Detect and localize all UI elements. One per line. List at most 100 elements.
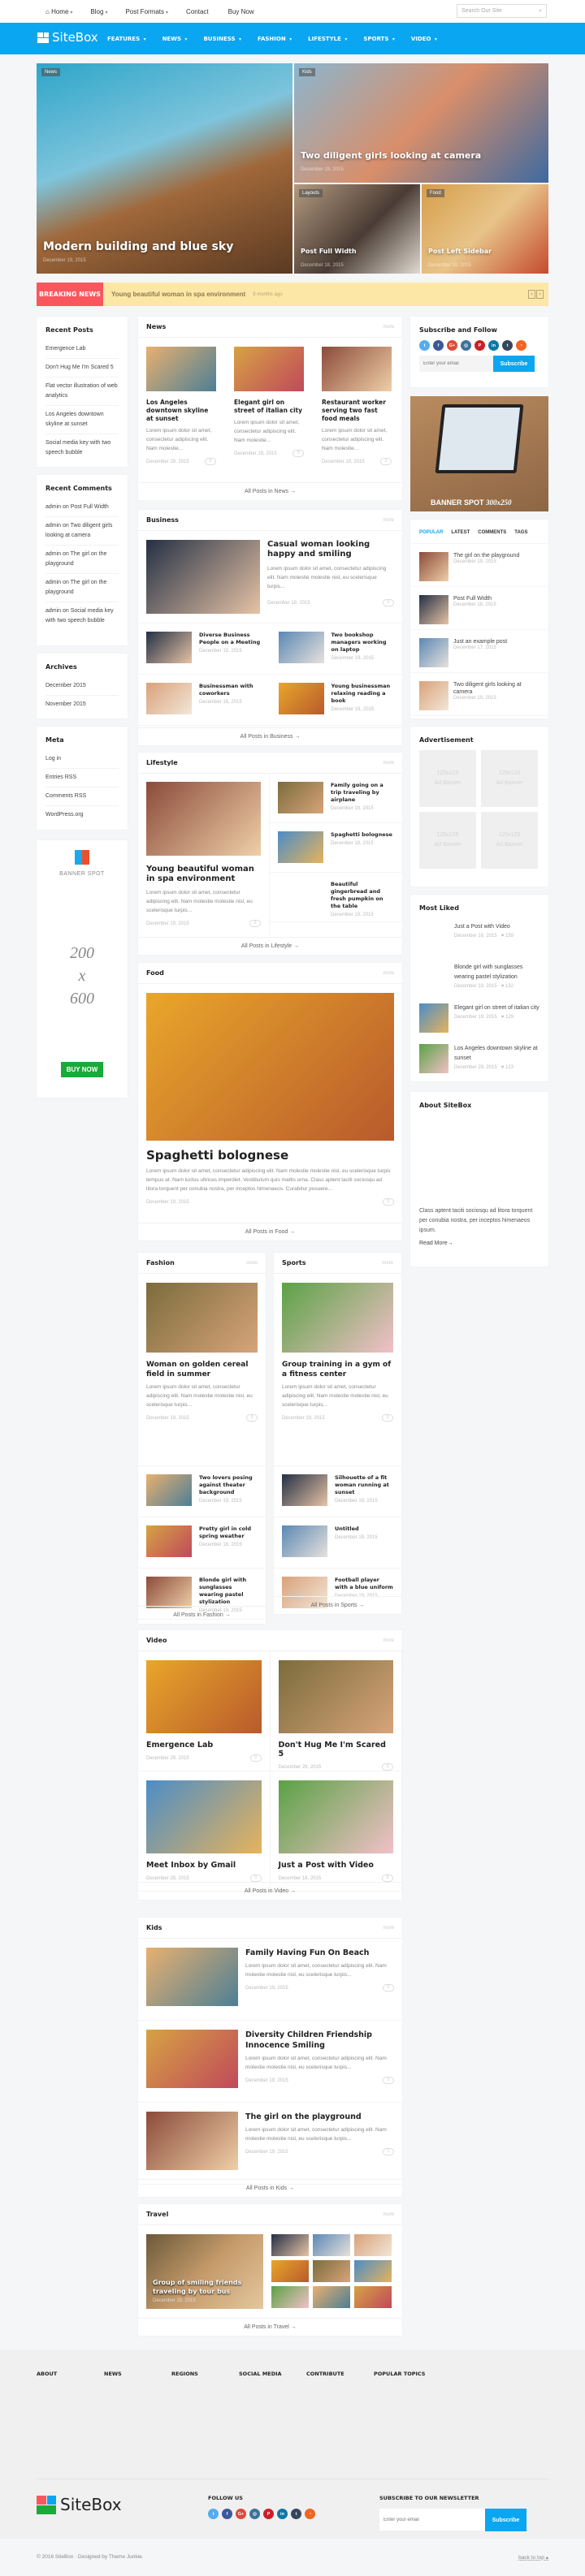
post-item[interactable]: Beautiful gingerbread and fresh pumpkin … [270, 873, 402, 922]
chevron-right-icon[interactable]: › [536, 290, 544, 299]
footer-link[interactable] [239, 2413, 306, 2427]
post-title[interactable]: Spaghetti bolognese [146, 1148, 394, 1163]
featured-post[interactable]: Spaghetti bolognese Lorem ipsum dolor si… [138, 984, 402, 1215]
post-thumbnail[interactable] [322, 347, 392, 391]
nav-item[interactable]: SPORTS ▾ [363, 36, 394, 42]
popular-post[interactable]: The girl on the playground December 19, 2… [410, 544, 548, 587]
post-title[interactable]: Beautiful gingerbread and fresh pumpkin … [331, 881, 394, 910]
footer-link[interactable] [374, 2427, 441, 2440]
top-link[interactable]: ⌂ Home ▾ [46, 8, 72, 15]
more-link[interactable]: more [383, 1926, 394, 1931]
footer-link[interactable] [239, 2427, 306, 2440]
rss-icon[interactable]: ◔ [305, 2509, 315, 2519]
footer-link[interactable] [239, 2399, 306, 2413]
newsletter-email-input[interactable] [379, 2509, 485, 2531]
post-title[interactable]: Just a Post with Video [454, 922, 514, 932]
recent-post-link[interactable]: Flat vector illustration of web analytic… [46, 378, 119, 406]
linkedin-icon[interactable]: in [488, 340, 499, 351]
post-title[interactable]: Silhouette of a fit woman running at sun… [335, 1474, 393, 1496]
section-title[interactable]: Business [146, 516, 179, 524]
post-title[interactable]: Businessman with coworkers [199, 683, 262, 697]
footer-link[interactable] [104, 2413, 171, 2427]
post-thumbnail[interactable] [419, 1044, 448, 1073]
comment-count-icon[interactable]: 0 [249, 920, 261, 927]
video-card[interactable]: Don't Hug Me I'm Scared 5 December 29, 2… [270, 1651, 402, 1771]
post-item[interactable]: Spaghetti bolognese December 19, 2015 [270, 823, 402, 873]
post-item[interactable]: Two lovers posing against theater backgr… [138, 1466, 266, 1517]
back-to-top-link[interactable]: back to top ▴ [518, 2554, 548, 2561]
nav-item[interactable]: LIFESTYLE ▾ [308, 36, 347, 42]
post-title[interactable]: Emergence Lab [146, 1741, 262, 1750]
footer-logo[interactable]: SiteBox [37, 2495, 122, 2514]
popular-post[interactable]: Post Full Width December 18, 2015 [410, 587, 548, 630]
post-item[interactable]: Untitled December 19, 2015 [274, 1517, 401, 1568]
post-thumbnail[interactable] [146, 347, 216, 391]
more-link[interactable]: more [383, 971, 394, 976]
facebook-icon[interactable]: f [222, 2509, 232, 2519]
post-title[interactable]: Meet Inbox by Gmail [146, 1861, 262, 1870]
travel-thumbnail[interactable] [313, 2286, 350, 2308]
meta-link[interactable]: Entries RSS [46, 769, 119, 787]
top-link[interactable]: Post Formats ▾ [125, 8, 168, 15]
travel-thumbnail[interactable] [354, 2234, 392, 2256]
comment-count-icon[interactable]: 0 [380, 458, 392, 465]
hero-title[interactable]: Two diligent girls looking at camera [301, 150, 481, 161]
travel-thumbnail[interactable] [271, 2286, 309, 2308]
footer-link[interactable] [104, 2399, 171, 2413]
footer-link[interactable] [104, 2454, 171, 2468]
hero-bottom-left[interactable]: Layouts Post Full Width December 18, 201… [294, 184, 420, 274]
facebook-icon[interactable]: f [433, 340, 444, 351]
footer-link[interactable] [306, 2385, 374, 2399]
post-title[interactable]: Two bookshop managers working on laptop [332, 632, 395, 654]
travel-thumbnail[interactable] [313, 2234, 350, 2256]
liked-post[interactable]: Los Angeles downtown skyline at sunset De… [410, 1040, 548, 1081]
post-title[interactable]: Diversity Children Friendship Innocence … [245, 2030, 394, 2051]
more-link[interactable]: more [383, 325, 394, 330]
post-title[interactable]: Just an example post [453, 638, 507, 645]
all-posts-link[interactable]: All Posts in Video → [138, 1882, 402, 1900]
video-thumbnail[interactable] [278, 1780, 393, 1853]
post-title[interactable]: Diverse Business People on a Meeting [199, 632, 262, 646]
meta-link[interactable]: WordPress.org [46, 806, 119, 824]
more-link[interactable]: more [246, 1261, 258, 1266]
linkedin-icon[interactable]: in [277, 2509, 288, 2519]
post-title[interactable]: The girl on the playground [453, 552, 519, 559]
footer-link[interactable] [374, 2399, 441, 2413]
category-badge[interactable]: Kids [299, 68, 315, 76]
recent-post-link[interactable]: Emergence Lab [46, 340, 119, 359]
footer-link[interactable] [37, 2440, 104, 2454]
post-thumbnail[interactable] [234, 347, 304, 391]
google-plus-icon[interactable]: G+ [447, 340, 457, 351]
travel-thumbnail[interactable] [354, 2260, 392, 2282]
post-card[interactable]: Los Angeles downtown skyline at sunset L… [146, 347, 216, 477]
buy-now-button[interactable]: BUY NOW [60, 1062, 104, 1077]
post-thumbnail[interactable] [146, 1577, 192, 1608]
post-thumbnail[interactable] [146, 1948, 238, 2006]
post-title[interactable]: Family going on a trip traveling by airp… [331, 782, 394, 804]
post-thumbnail[interactable] [419, 681, 448, 710]
liked-post[interactable]: Blonde girl with sunglasses wearing past… [410, 959, 548, 999]
video-card[interactable]: Meet Inbox by Gmail December 28, 2015 0 [138, 1771, 271, 1892]
comment-count-icon[interactable]: 0 [205, 458, 216, 465]
video-card[interactable]: Just a Post with Video December 18, 2015… [270, 1771, 402, 1892]
video-thumbnail[interactable] [146, 1780, 262, 1853]
post-thumbnail[interactable] [278, 632, 324, 663]
post-thumbnail[interactable] [146, 1283, 258, 1353]
post-title[interactable]: Group of smiling friends traveling by to… [153, 2278, 263, 2296]
post-card[interactable]: Restaurant worker serving two fast food … [322, 347, 392, 477]
banner-200x600[interactable]: BANNER SPOT 200 x 600 BUY NOW [37, 840, 128, 1098]
footer-link[interactable] [306, 2413, 374, 2427]
all-posts-link[interactable]: All Posts in Kids → [138, 2179, 402, 2197]
travel-thumbnail[interactable] [354, 2286, 392, 2308]
post-title[interactable]: The girl on the playground [245, 2112, 394, 2122]
footer-link[interactable] [374, 2413, 441, 2427]
post-item[interactable]: Diversity Children Friendship Innocence … [138, 2021, 402, 2103]
ad-banner[interactable]: 125x125 Ad Banner [481, 750, 538, 807]
post-title[interactable]: Young beautiful woman in spa environment [146, 865, 261, 884]
search-icon[interactable]: ⌕ [539, 8, 542, 15]
popular-post[interactable]: Just an example post December 17, 2015 [410, 630, 548, 673]
post-thumbnail[interactable] [146, 993, 394, 1141]
tab[interactable]: POPULAR [419, 530, 443, 535]
all-posts-link[interactable]: All Posts in Food → [138, 1223, 402, 1241]
footer-link[interactable] [171, 2399, 239, 2413]
